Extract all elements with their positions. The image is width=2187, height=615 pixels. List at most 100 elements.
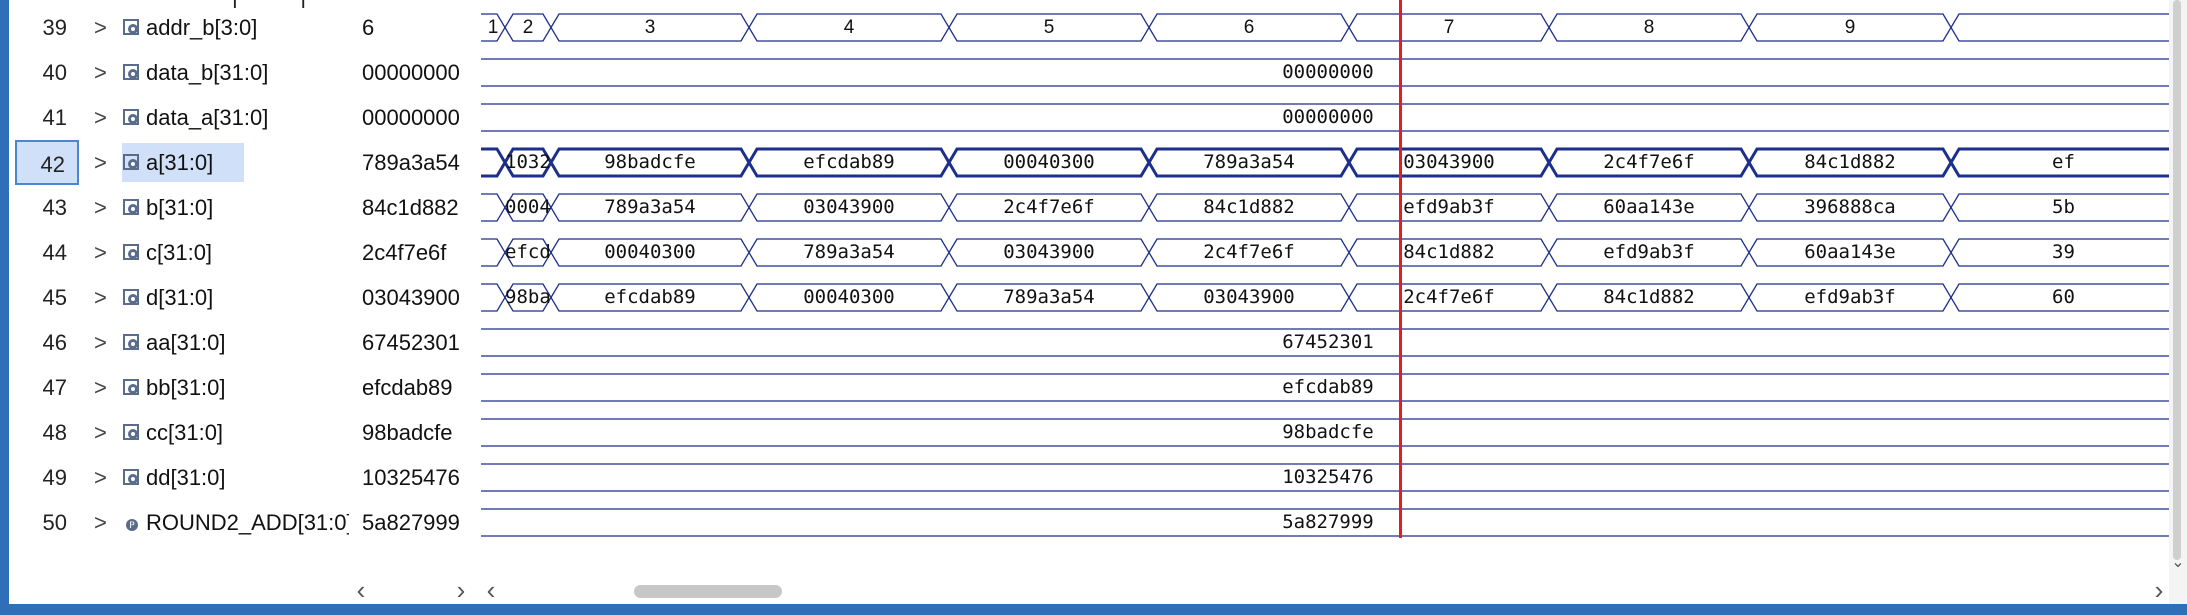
expand-chevron-icon[interactable]: > <box>94 320 114 365</box>
signal-row[interactable]: 42>a[31:0]789a3a541032547698badcfeefcdab… <box>9 140 2176 185</box>
bus-segment-value <box>481 140 505 185</box>
bus-segment-value: 00040300 <box>803 286 895 308</box>
scroll-left-arrow[interactable]: ‹ <box>350 575 372 605</box>
signal-row[interactable]: 47 > bb[31:0] efcdab89 efcdab89 <box>9 365 2176 410</box>
bus-segment-value: 789a3a54 <box>1003 286 1095 308</box>
waveform-trace[interactable]: 10325476 <box>481 455 2176 500</box>
waveform-trace[interactable]: 98badcfe efcdab89 00040300 789a3a54 03043900… <box>481 275 2176 320</box>
value-cell[interactable]: 5a827999 <box>354 500 479 545</box>
wave-scroll-left-arrow[interactable]: ‹ <box>480 575 502 605</box>
name-cell[interactable]: > dd[31:0] <box>9 455 349 500</box>
signal-bus-icon <box>123 19 139 35</box>
expand-chevron-icon[interactable]: > <box>94 365 114 410</box>
bus-segment-value: 98badcfe <box>505 286 551 308</box>
signal-value: 5a827999 <box>362 510 460 535</box>
signal-row[interactable]: 48 > cc[31:0] 98badcfe 98badcfe <box>9 410 2176 455</box>
waveform-trace[interactable]: 00000000 <box>481 50 2176 95</box>
bus-segment-value: 84c1d882 <box>1603 286 1695 308</box>
bus-segment-value: 789a3a54 <box>1203 151 1295 173</box>
value-cell[interactable]: 6 <box>354 5 479 50</box>
bus-segment-value: 5b <box>2052 196 2075 218</box>
signal-row[interactable]: 44>c[31:0]2c4f7e6fefcdab8900040300789a3a… <box>9 230 2176 275</box>
expand-chevron-icon[interactable]: > <box>94 140 114 185</box>
signal-value: 00000000 <box>362 60 460 85</box>
name-cell[interactable]: > b[31:0] <box>9 185 349 230</box>
name-panel-scrollbar[interactable]: ‹ › <box>350 575 472 605</box>
value-cell[interactable]: 10325476 <box>354 455 479 500</box>
value-cell[interactable]: 789a3a54 <box>354 140 479 185</box>
svg-text:P: P <box>129 521 135 531</box>
waveform-trace[interactable]: 00040300 789a3a54 03043900 2c4f7e6f 84c1d882… <box>481 185 2176 230</box>
value-cell[interactable]: 67452301 <box>354 320 479 365</box>
waveform-trace[interactable]: 1 2 3 4 5 6 7 8 9 <box>481 5 2176 50</box>
expand-chevron-icon[interactable]: > <box>94 410 114 455</box>
expand-chevron-icon[interactable]: > <box>94 95 114 140</box>
scroll-down-arrow[interactable]: ⌄ <box>2169 552 2187 572</box>
name-cell[interactable]: > aa[31:0] <box>9 320 349 365</box>
signal-bus-icon <box>123 244 139 260</box>
scroll-right-arrow[interactable]: › <box>450 575 472 605</box>
waveform-trace[interactable]: 98badcfe <box>481 410 2176 455</box>
name-cell[interactable]: > c[31:0] <box>9 230 349 275</box>
name-cell[interactable]: > a[31:0] <box>9 140 349 185</box>
bus-segment-value: 2c4f7e6f <box>1003 196 1095 218</box>
value-cell[interactable]: efcdab89 <box>354 365 479 410</box>
name-cell[interactable]: > cc[31:0] <box>9 410 349 455</box>
param-icon: P <box>126 519 138 531</box>
value-cell[interactable]: 00000000 <box>354 50 479 95</box>
bus-value-label: 00000000 <box>1282 106 1374 128</box>
bus-segment-value: efd9ab3f <box>1603 241 1695 263</box>
waveform-trace[interactable]: 67452301 <box>481 320 2176 365</box>
bus-segment-value: 03043900 <box>1003 241 1095 263</box>
signal-bus-icon <box>123 199 139 215</box>
wave-scroll-right-arrow[interactable]: › <box>2148 575 2170 605</box>
waveform-trace[interactable]: 5a827999 <box>481 500 2176 545</box>
wave-scroll-thumb[interactable] <box>634 585 782 598</box>
waveform-trace[interactable]: 10325476 98badcfe efcdab89 00040300 789a3a54… <box>481 140 2176 185</box>
signal-row[interactable]: 50 > P ROUND2_ADD[31:0] 5a827999 5a827999 <box>9 500 2176 545</box>
value-cell[interactable]: 03043900 <box>354 275 479 320</box>
bus-value-label: efcdab89 <box>1282 376 1374 398</box>
bus-segment-value: 1 <box>487 17 499 38</box>
name-cell[interactable]: > data_a[31:0] <box>9 95 349 140</box>
expand-chevron-icon[interactable]: > <box>94 50 114 95</box>
signal-bus-icon <box>123 424 139 440</box>
expand-chevron-icon[interactable]: > <box>94 185 114 230</box>
signal-name: a[31:0] <box>146 150 214 175</box>
bus-segment-value: 789a3a54 <box>604 196 696 218</box>
signal-name: bb[31:0] <box>146 375 226 400</box>
expand-chevron-icon[interactable]: > <box>94 230 114 275</box>
expand-chevron-icon[interactable]: > <box>94 275 114 320</box>
expand-chevron-icon[interactable]: > <box>94 5 114 50</box>
signal-row[interactable]: 41 > data_a[31:0] 00000000 00000000 <box>9 95 2176 140</box>
signal-name: data_a[31:0] <box>146 105 269 130</box>
waveform-trace[interactable]: efcdab89 <box>481 365 2176 410</box>
waveform-trace[interactable]: efcdab89 00040300 789a3a54 03043900 2c4f7e6f… <box>481 230 2176 275</box>
name-cell[interactable]: > bb[31:0] <box>9 365 349 410</box>
time-cursor[interactable] <box>1399 0 1402 538</box>
bus-segment-value: 60 <box>2052 286 2075 308</box>
value-cell[interactable]: 98badcfe <box>354 410 479 455</box>
name-cell[interactable]: > data_b[31:0] <box>9 50 349 95</box>
name-cell[interactable]: > P ROUND2_ADD[31:0] <box>9 500 349 545</box>
signal-row[interactable]: 40 > data_b[31:0] 00000000 00000000 <box>9 50 2176 95</box>
value-cell[interactable]: 2c4f7e6f <box>354 230 479 275</box>
vertical-scroll-thumb[interactable] <box>2173 0 2181 560</box>
signal-row[interactable]: 49 > dd[31:0] 10325476 10325476 <box>9 455 2176 500</box>
signal-row[interactable]: 39 > addr_b[3:0] 6 1 2 3 4 5 6 7 8 9 <box>9 5 2176 50</box>
expand-chevron-icon[interactable]: > <box>94 455 114 500</box>
vertical-scrollbar[interactable]: ⌄ <box>2169 0 2187 604</box>
value-cell[interactable]: 84c1d882 <box>354 185 479 230</box>
bus-segment-value: 84c1d882 <box>1203 196 1295 218</box>
signal-row[interactable]: 43>b[31:0]84c1d88200040300789a3a54030439… <box>9 185 2176 230</box>
bus-segment-value: 84c1d882 <box>1804 151 1896 173</box>
name-cell[interactable]: > d[31:0] <box>9 275 349 320</box>
name-cell[interactable]: > addr_b[3:0] <box>9 5 349 50</box>
expand-chevron-icon[interactable]: > <box>94 500 114 545</box>
bus-segment-value: 396888ca <box>1804 196 1896 218</box>
value-cell[interactable]: 00000000 <box>354 95 479 140</box>
signal-name: data_b[31:0] <box>146 60 269 85</box>
waveform-trace[interactable]: 00000000 <box>481 95 2176 140</box>
signal-row[interactable]: 46 > aa[31:0] 67452301 67452301 <box>9 320 2176 365</box>
signal-row[interactable]: 45>d[31:0]0304390098badcfeefcdab89000403… <box>9 275 2176 320</box>
